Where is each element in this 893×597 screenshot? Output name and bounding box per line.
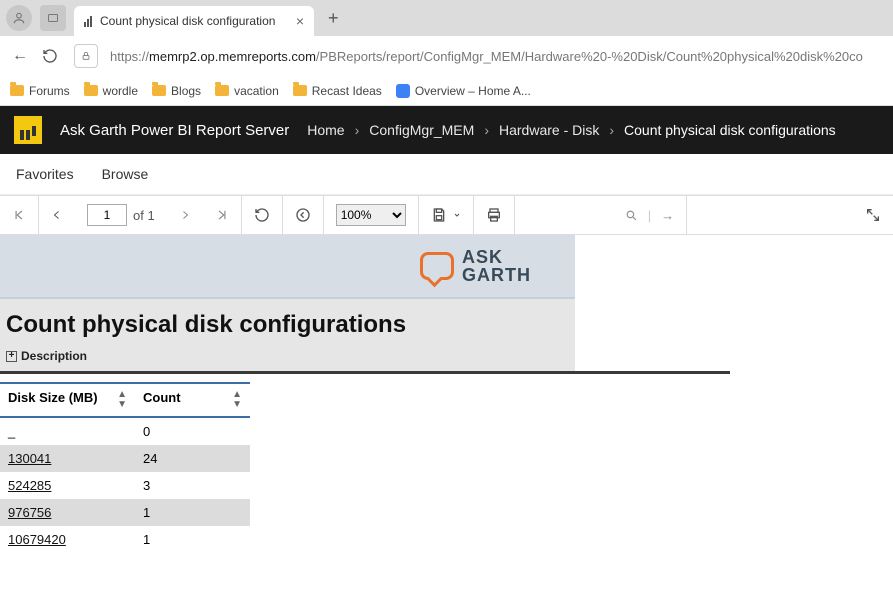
sort-icon: ▲▼ xyxy=(232,390,242,410)
askgarth-logo: ASK GARTH xyxy=(420,248,531,284)
col-count[interactable]: Count▲▼ xyxy=(135,383,250,417)
site-icon xyxy=(396,84,410,98)
table-row: _0 xyxy=(0,417,250,445)
subnav-favorites[interactable]: Favorites xyxy=(16,166,74,182)
close-icon[interactable]: × xyxy=(296,13,304,29)
powerbi-logo-icon[interactable] xyxy=(14,116,42,144)
logo-text-bottom: GARTH xyxy=(462,266,531,284)
expand-icon: + xyxy=(6,351,17,362)
bookmark-recast-ideas[interactable]: Recast Ideas xyxy=(293,84,382,98)
refresh-report-button[interactable] xyxy=(242,196,283,234)
bookmark-overview-home[interactable]: Overview – Home A... xyxy=(396,84,531,98)
bookmark-vacation[interactable]: vacation xyxy=(215,84,279,98)
report-body: ASK GARTH Count physical disk configurat… xyxy=(0,235,893,553)
crumb-home[interactable]: Home xyxy=(307,122,344,138)
table-row: 13004124 xyxy=(0,445,250,472)
folder-icon xyxy=(293,85,307,96)
folder-icon xyxy=(10,85,24,96)
app-header: Ask Garth Power BI Report Server Home › … xyxy=(0,106,893,154)
speech-bubble-icon xyxy=(420,252,454,280)
table-row: 106794201 xyxy=(0,526,250,553)
tabs-overview-icon[interactable] xyxy=(40,5,66,31)
prev-page-button[interactable] xyxy=(39,196,75,234)
cell-count: 1 xyxy=(135,499,250,526)
crumb-hardware-disk[interactable]: Hardware - Disk xyxy=(499,122,599,138)
browser-navbar: ← https://memrp2.op.memreports.com/PBRep… xyxy=(0,36,893,76)
address-bar[interactable]: https://memrp2.op.memreports.com/PBRepor… xyxy=(110,49,883,64)
back-button[interactable]: ← xyxy=(10,47,30,65)
page-of-label: of 1 xyxy=(133,208,155,223)
cell-disk-size[interactable]: 524285 xyxy=(0,472,135,499)
chart-icon xyxy=(84,15,92,27)
back-to-parent-button[interactable] xyxy=(283,196,324,234)
cell-count: 0 xyxy=(135,417,250,445)
bookmark-blogs[interactable]: Blogs xyxy=(152,84,201,98)
logo-text-top: ASK xyxy=(462,248,531,266)
url-path: /PBReports/report/ConfigMgr_MEM/Hardware… xyxy=(316,49,863,64)
fullscreen-button[interactable] xyxy=(853,196,893,234)
url-prefix: https:// xyxy=(110,49,149,64)
search-cell: | → xyxy=(515,196,687,234)
site-info-button[interactable] xyxy=(74,44,98,68)
export-button[interactable] xyxy=(419,196,474,234)
zoom-select-cell: 100% xyxy=(324,196,419,234)
cell-disk-size[interactable]: 10679420 xyxy=(0,526,135,553)
tab-title: Count physical disk configuration xyxy=(100,14,275,28)
cell-count: 3 xyxy=(135,472,250,499)
url-host: memrp2.op.memreports.com xyxy=(149,49,316,64)
print-icon xyxy=(486,207,502,223)
browser-tab-active[interactable]: Count physical disk configuration × xyxy=(74,6,314,36)
table-row: 9767561 xyxy=(0,499,250,526)
folder-icon xyxy=(152,85,166,96)
divider: | xyxy=(644,208,655,223)
col-disk-size[interactable]: Disk Size (MB)▲▼ xyxy=(0,383,135,417)
refresh-button[interactable] xyxy=(42,48,62,64)
divider xyxy=(0,371,730,374)
find-next-button[interactable]: → xyxy=(661,208,674,223)
chevron-right-icon: › xyxy=(609,122,614,138)
bookmarks-bar: Forums wordle Blogs vacation Recast Idea… xyxy=(0,76,893,106)
search-input[interactable] xyxy=(527,204,619,226)
subnav-browse[interactable]: Browse xyxy=(102,166,149,182)
next-page-button[interactable] xyxy=(167,196,203,234)
search-icon[interactable] xyxy=(625,209,638,222)
crumb-configmgr[interactable]: ConfigMgr_MEM xyxy=(369,122,474,138)
cell-count: 24 xyxy=(135,445,250,472)
sort-icon: ▲▼ xyxy=(117,390,127,410)
new-tab-button[interactable]: + xyxy=(322,8,345,29)
description-toggle[interactable]: + Description xyxy=(0,343,575,371)
cell-disk-size[interactable]: 976756 xyxy=(0,499,135,526)
report-title: Count physical disk configurations xyxy=(0,307,575,343)
bookmark-wordle[interactable]: wordle xyxy=(84,84,138,98)
profile-icon[interactable] xyxy=(6,5,32,31)
page-indicator: of 1 xyxy=(75,196,167,234)
lock-icon xyxy=(81,51,91,61)
breadcrumb: Home › ConfigMgr_MEM › Hardware - Disk ›… xyxy=(307,122,835,138)
report-banner: ASK GARTH xyxy=(0,235,575,299)
cell-disk-size[interactable]: 130041 xyxy=(0,445,135,472)
zoom-select[interactable]: 100% xyxy=(336,204,406,226)
chevron-down-icon xyxy=(453,211,461,219)
subnav: Favorites Browse xyxy=(0,154,893,195)
cell-disk-size: _ xyxy=(0,417,135,445)
browser-tabbar: Count physical disk configuration × + xyxy=(0,0,893,36)
results-table: Disk Size (MB)▲▼ Count▲▼ _01300412452428… xyxy=(0,382,250,553)
folder-icon xyxy=(215,85,229,96)
first-page-button[interactable] xyxy=(0,196,39,234)
last-page-button[interactable] xyxy=(203,196,242,234)
cell-count: 1 xyxy=(135,526,250,553)
description-label: Description xyxy=(21,349,87,363)
server-name: Ask Garth Power BI Report Server xyxy=(60,122,289,139)
bookmark-forums[interactable]: Forums xyxy=(10,84,70,98)
chevron-right-icon: › xyxy=(355,122,360,138)
save-icon xyxy=(431,207,447,223)
folder-icon xyxy=(84,85,98,96)
report-toolbar: of 1 100% | → xyxy=(0,195,893,235)
chevron-right-icon: › xyxy=(484,122,489,138)
page-input[interactable] xyxy=(87,204,127,226)
print-button[interactable] xyxy=(474,196,515,234)
table-row: 5242853 xyxy=(0,472,250,499)
crumb-current: Count physical disk configurations xyxy=(624,122,836,138)
